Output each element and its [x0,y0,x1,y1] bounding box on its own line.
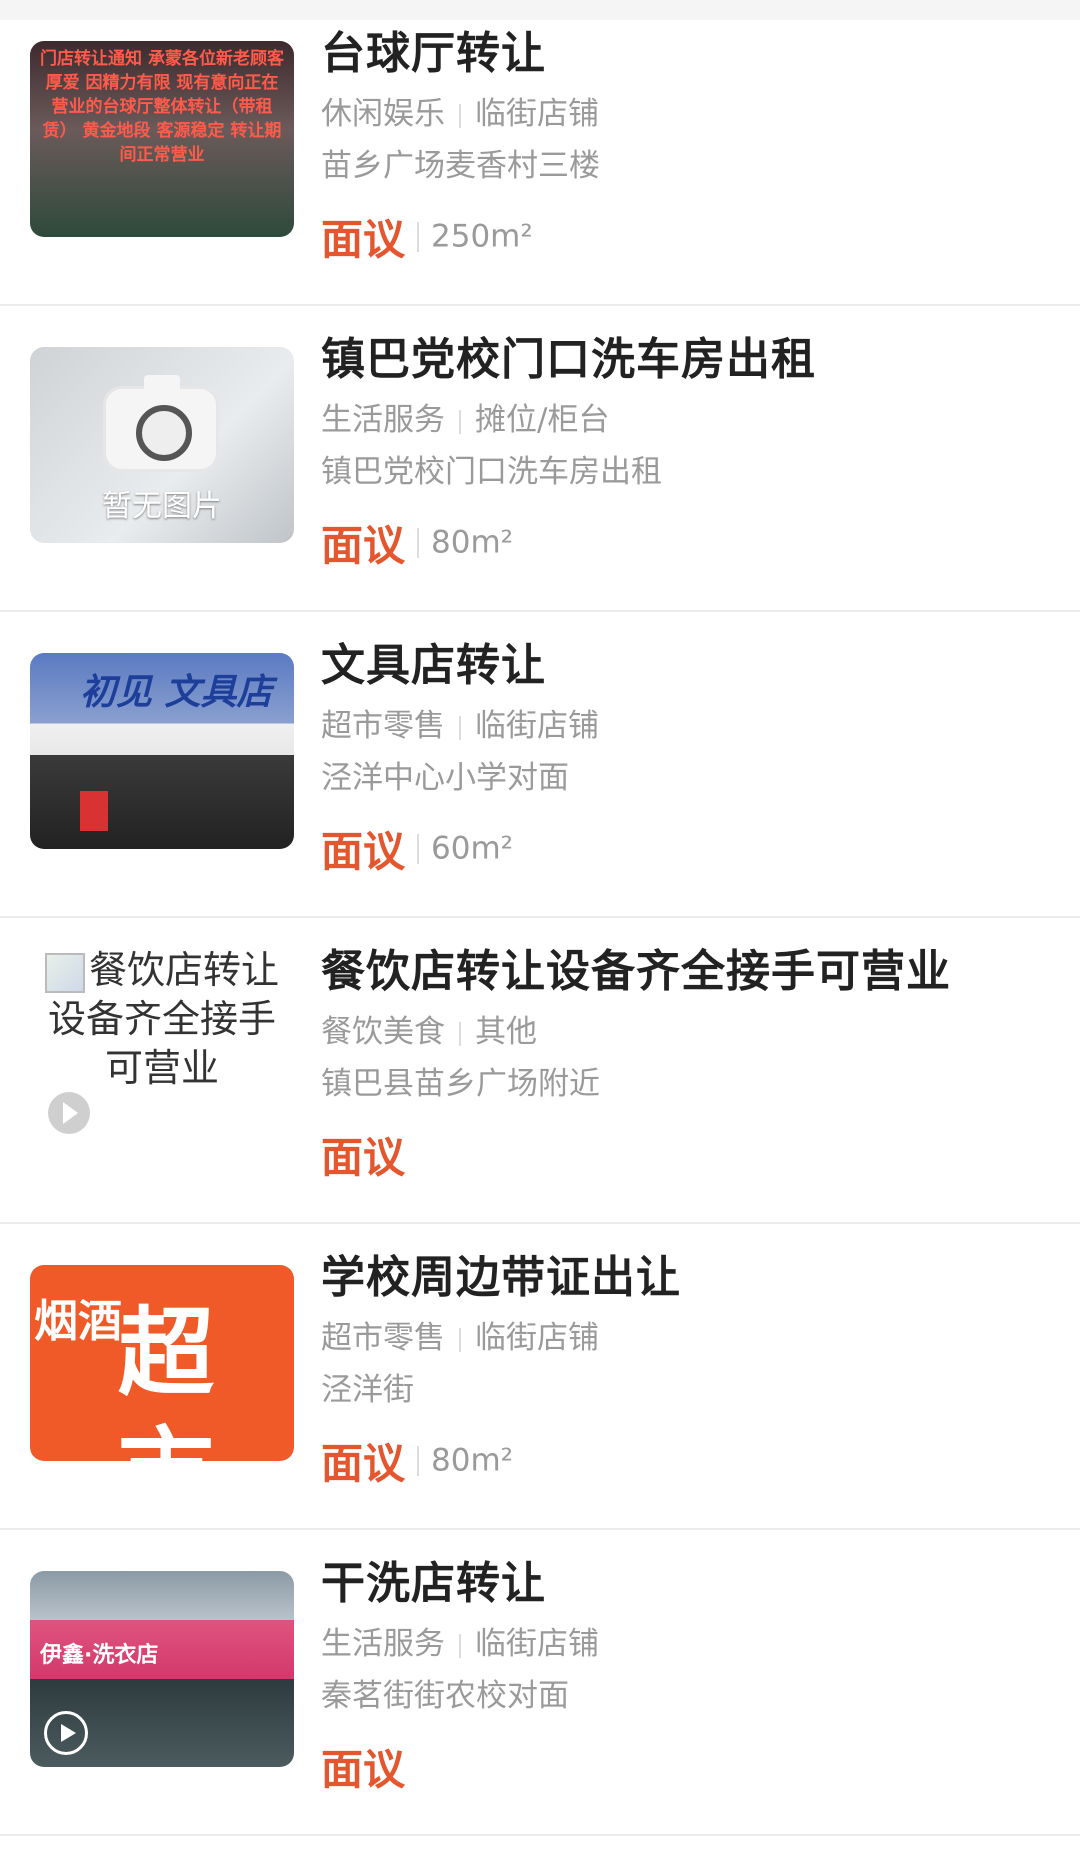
listing-item[interactable]: 餐饮店转让设备齐全接手可营业 餐饮店转让设备齐全接手可营业 餐饮美食 其他 镇巴县… [0,918,1080,1224]
no-image-label: 暂无图片 [102,489,222,524]
listing-info: 镇巴党校门口洗车房出租 生活服务 摊位/柜台 镇巴党校门口洗车房出租 面议 80m² [321,334,1040,570]
shop-sign-text: 伊鑫·洗衣店 [40,1643,159,1668]
tag-divider [459,409,461,434]
listing-address: 秦茗街街农校对面 [321,1678,569,1714]
listing-item[interactable]: 暂无图片 镇巴党校门口洗车房出租 生活服务 摊位/柜台 镇巴党校门口洗车房出租 面… [0,306,1080,612]
tag-divider [459,1327,461,1352]
listing-title[interactable]: 文具店转让 [321,640,1040,692]
listing-area: 80m² [431,1442,514,1479]
listing-price: 面议 [321,215,406,264]
listing-category: 生活服务 [321,1626,445,1662]
listing-category: 超市零售 [321,1320,445,1356]
listing-type: 其他 [475,1014,537,1050]
listing-thumbnail[interactable]: 暂无图片 [30,347,294,543]
camera-lens-icon [136,405,192,461]
listing-title[interactable]: 台球厅转让 [321,28,1040,80]
listing-title[interactable]: 学校周边带证出让 [321,1252,1040,1304]
camera-icon [106,375,216,469]
play-icon[interactable] [48,1092,90,1134]
listing-price-row: 面议 60m² [321,818,1040,876]
listing-tags: 生活服务 摊位/柜台 [321,400,1040,440]
broken-image-icon [44,952,85,993]
listing-price: 面议 [321,521,406,570]
listing-tags: 餐饮美食 其他 [321,1012,1040,1052]
listing-info: 台球厅转让 休闲娱乐 临街店铺 苗乡广场麦香村三楼 面议 250m² [321,28,1040,264]
listing-area: 250m² [431,218,533,255]
listing-thumbnail[interactable]: 烟酒 超市 [30,1265,294,1461]
listing-info: 文具店转让 超市零售 临街店铺 泾洋中心小学对面 面议 60m² [321,640,1040,876]
listing-price: 面议 [321,1133,406,1182]
listing-category: 餐饮美食 [321,1014,445,1050]
tag-divider [459,1021,461,1046]
listing-price-row: 面议 [321,1124,1040,1182]
listing-price: 面议 [321,1745,406,1794]
listing-price-row: 面议 80m² [321,1430,1040,1488]
listing-type: 临街店铺 [475,1320,599,1356]
listing-info: 干洗店转让 生活服务 临街店铺 秦茗街街农校对面 面议 [321,1558,1040,1794]
thumbnail-side-text: 烟酒 [34,1296,122,1347]
listing-price-row: 面议 250m² [321,206,1040,264]
listing-type: 摊位/柜台 [475,402,610,438]
shop-sign-text: 初见 文具店 [80,672,273,713]
listing-title[interactable]: 餐饮店转让设备齐全接手可营业 [321,946,1040,998]
play-icon[interactable] [44,1711,88,1755]
listing-category: 生活服务 [321,402,445,438]
price-divider [417,221,420,252]
thumbnail-alt: 餐饮店转让设备齐全接手可营业 [30,946,294,1093]
listing-type: 临街店铺 [475,708,599,744]
listing-price-row: 面议 [321,1736,1040,1794]
listing-thumbnail[interactable]: 门店转让通知 承蒙各位新老顾客厚爱 因精力有限 现有意向正在营业的台球厅整体转让… [30,41,294,237]
tag-divider [459,715,461,740]
listing-category: 休闲娱乐 [321,96,445,132]
listing-thumbnail[interactable]: 初见 文具店 [30,653,294,849]
listing-thumbnail[interactable]: 餐饮店转让设备齐全接手可营业 [30,946,294,1166]
tag-divider [459,1633,461,1658]
print-sign [80,791,108,831]
listing-item[interactable]: 初见 文具店 文具店转让 超市零售 临街店铺 泾洋中心小学对面 面议 60m² [0,612,1080,918]
listing-address: 镇巴县苗乡广场附近 [321,1066,600,1102]
listing-item[interactable]: 烟酒 超市 学校周边带证出让 超市零售临街店铺 泾洋街 面议 80m² [0,1224,1080,1530]
listing-price-row: 面议 80m² [321,512,1040,570]
price-divider [417,1445,420,1476]
listing-price: 面议 [321,827,406,876]
listing-type: 临街店铺 [475,96,599,132]
listing-tags: 休闲娱乐 临街店铺 [321,94,1040,134]
listing-type: 临街店铺 [475,1626,599,1662]
listing-area: 80m² [431,524,514,561]
price-divider [417,833,420,864]
listing-address: 镇巴党校门口洗车房出租 [321,454,662,490]
listing-thumbnail[interactable]: 伊鑫·洗衣店 [30,1571,294,1767]
listing-title[interactable]: 镇巴党校门口洗车房出租 [321,334,1040,386]
listing-item[interactable]: 门店转让通知 承蒙各位新老顾客厚爱 因精力有限 现有意向正在营业的台球厅整体转让… [0,0,1080,306]
listing-address: 泾洋中心小学对面 [321,760,569,796]
listing-price: 面议 [321,1439,406,1488]
price-divider [417,527,420,558]
thumbnail-text: 超市 [118,1297,214,1461]
thumbnail-text: 门店转让通知 承蒙各位新老顾客厚爱 因精力有限 现有意向正在营业的台球厅整体转让… [40,49,284,165]
listing-tags: 超市零售 临街店铺 [321,1318,1040,1358]
listing-tags: 超市零售 临街店铺 [321,706,1040,746]
listing-address: 苗乡广场麦香村三楼 [321,148,600,184]
listing-title[interactable]: 干洗店转让 [321,1558,1040,1610]
listing-info: 学校周边带证出让 超市零售 临街店铺 泾洋街 面议 80m² [321,1252,1040,1488]
listing-item[interactable]: 伊鑫·洗衣店 干洗店转让 生活服务 临街店铺 秦茗街街农校对面 面议 [0,1530,1080,1836]
tag-divider [459,103,461,128]
listing-tags: 生活服务 临街店铺 [321,1624,1040,1664]
listing-category: 超市零售 [321,708,445,744]
listing-area: 60m² [431,830,514,867]
listing-address: 泾洋街 [321,1372,414,1408]
listing-info: 餐饮店转让设备齐全接手可营业 餐饮美食 其他 镇巴县苗乡广场附近 面议 [321,946,1040,1182]
